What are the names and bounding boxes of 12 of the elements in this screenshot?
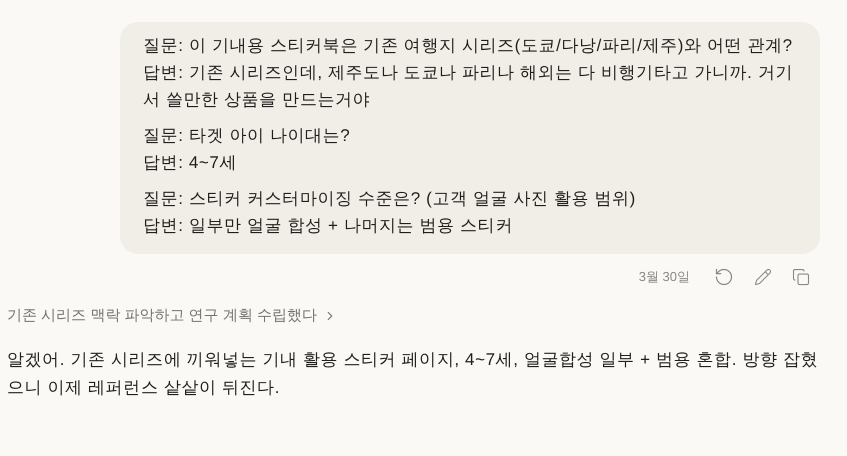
question-text: 질문: 스티커 커스터마이징 수준은? (고객 얼굴 사진 활용 범위) <box>143 188 637 210</box>
thinking-summary-toggle[interactable]: 기존 시리즈 맥락 파악하고 연구 계획 수립했다 <box>7 305 338 328</box>
edit-icon[interactable] <box>754 268 772 286</box>
answer-text: 답변: 4~7세 <box>143 152 238 174</box>
question-text: 질문: 이 기내용 스티커북은 기존 여행지 시리즈(도쿄/다낭/파리/제주)와 어떤 관계? <box>143 35 794 57</box>
answer-text: 답변: 일부만 얼굴 합성 + 나머지는 범용 스티커 <box>143 215 514 237</box>
assistant-reply: 알겠어. 기존 시리즈에 끼워넣는 기내 활용 스티커 페이지, 4~7세, 얼굴합성 일부 + 범용 혼합. 방향 잡혔으니 이제 레퍼런스 샅샅이 뒤진다. <box>7 348 820 398</box>
retry-icon[interactable] <box>714 267 734 287</box>
message-date: 3월 30일 <box>638 268 690 286</box>
question-text: 질문: 타겟 아이 나이대는? <box>143 125 352 147</box>
answer-text: 답변: 기존 시리즈인데, 제주도나 도쿄나 파리나 해외는 다 비행기타고 가니까. 거기서 쓸만한 상품을 만드는거야 <box>143 62 794 111</box>
copy-icon[interactable] <box>792 268 810 286</box>
